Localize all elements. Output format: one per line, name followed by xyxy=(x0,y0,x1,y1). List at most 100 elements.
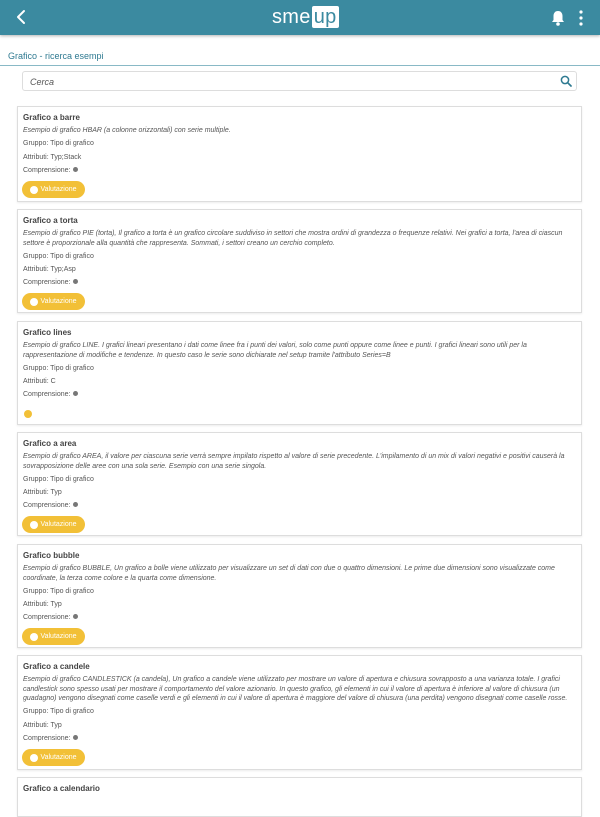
card-description: Esempio di grafico HBAR (a colonne orizz… xyxy=(23,127,231,134)
attributes-label: Attributi: xyxy=(23,266,49,273)
breadcrumb-divider xyxy=(0,65,600,66)
valutazione-label: Valutazione xyxy=(40,754,77,761)
circle-icon xyxy=(30,632,39,641)
attributes-label: Attributi: xyxy=(23,489,49,496)
comprehension-label: Comprensione: xyxy=(23,614,71,621)
card-title: Grafico a calendario xyxy=(23,784,100,793)
bell-icon[interactable] xyxy=(549,9,567,27)
app-logo: sme up xyxy=(272,5,339,29)
more-vertical-icon[interactable] xyxy=(578,10,584,26)
card-title: Grafico lines xyxy=(23,328,72,337)
attributes-value: Typ;Stack xyxy=(50,154,82,161)
valutazione-label: Valutazione xyxy=(40,521,77,528)
card-title: Grafico a area xyxy=(23,439,77,448)
valutazione-dot-icon[interactable] xyxy=(24,410,32,418)
valutazione-label: Valutazione xyxy=(40,633,77,640)
status-dot-icon xyxy=(73,279,79,284)
result-card[interactable]: Grafico a area Esempio di grafico AREA, … xyxy=(17,432,582,536)
group-value: Tipo di grafico xyxy=(50,253,94,260)
card-group-row: Gruppo: Tipo di grafico xyxy=(23,253,94,260)
attributes-label: Attributi: xyxy=(23,154,49,161)
breadcrumb: Grafico - ricerca esempi xyxy=(8,51,104,61)
group-label: Gruppo: xyxy=(23,365,49,372)
group-value: Tipo di grafico xyxy=(50,140,94,147)
search-bar xyxy=(22,71,577,91)
attributes-label: Attributi: xyxy=(23,378,49,385)
logo-text-right: up xyxy=(311,6,339,28)
card-group-row: Gruppo: Tipo di grafico xyxy=(23,708,94,715)
card-description: Esempio di grafico CANDLESTICK (a candel… xyxy=(23,676,568,702)
card-group-row: Gruppo: Tipo di grafico xyxy=(23,588,94,595)
valutazione-button[interactable]: Valutazione xyxy=(22,516,85,533)
valutazione-button[interactable]: Valutazione xyxy=(22,293,85,310)
comprehension-label: Comprensione: xyxy=(23,279,71,286)
result-card[interactable]: Grafico a barre Esempio di grafico HBAR … xyxy=(17,106,582,202)
comprehension-label: Comprensione: xyxy=(23,167,71,174)
attributes-value: Typ xyxy=(50,489,62,496)
status-dot-icon xyxy=(73,502,79,507)
group-label: Gruppo: xyxy=(23,588,49,595)
card-title: Grafico a barre xyxy=(23,113,80,122)
card-comprehension-row: Comprensione: xyxy=(23,502,79,509)
result-card[interactable]: Grafico a calendario xyxy=(17,777,582,817)
card-description: Esempio di grafico BUBBLE, Un grafico a … xyxy=(23,565,555,582)
circle-icon xyxy=(30,753,39,762)
comprehension-label: Comprensione: xyxy=(23,735,71,742)
card-description: Esempio di grafico PIE (torta), Il grafi… xyxy=(23,230,563,247)
attributes-value: Typ;Asp xyxy=(50,266,76,273)
card-title: Grafico a torta xyxy=(23,216,78,225)
result-card[interactable]: Grafico lines Esempio di grafico LINE. I… xyxy=(17,321,582,425)
valutazione-label: Valutazione xyxy=(40,298,77,305)
logo-text-left: sme xyxy=(272,5,311,28)
attributes-value: Typ xyxy=(50,722,62,729)
circle-icon xyxy=(30,297,39,306)
result-card[interactable]: Grafico bubble Esempio di grafico BUBBLE… xyxy=(17,544,582,648)
valutazione-button[interactable]: Valutazione xyxy=(22,181,85,198)
card-attributes-row: Attributi: Typ;Asp xyxy=(23,266,76,273)
group-value: Tipo di grafico xyxy=(50,708,94,715)
group-label: Gruppo: xyxy=(23,253,49,260)
search-input[interactable] xyxy=(28,74,552,90)
attributes-value: Typ xyxy=(50,601,62,608)
card-group-row: Gruppo: Tipo di grafico xyxy=(23,140,94,147)
arrow-left-icon[interactable] xyxy=(12,7,32,27)
valutazione-button[interactable]: Valutazione xyxy=(22,628,85,645)
search-icon[interactable] xyxy=(560,75,572,87)
group-label: Gruppo: xyxy=(23,140,49,147)
group-label: Gruppo: xyxy=(23,708,49,715)
status-dot-icon xyxy=(73,614,79,619)
card-attributes-row: Attributi: Typ xyxy=(23,722,62,729)
attributes-value: C xyxy=(50,378,56,385)
comprehension-label: Comprensione: xyxy=(23,502,71,509)
card-title: Grafico bubble xyxy=(23,551,80,560)
attributes-label: Attributi: xyxy=(23,722,49,729)
group-value: Tipo di grafico xyxy=(50,476,94,483)
result-card[interactable]: Grafico a candele Esempio di grafico CAN… xyxy=(17,655,582,770)
group-value: Tipo di grafico xyxy=(50,588,94,595)
group-value: Tipo di grafico xyxy=(50,365,94,372)
status-dot-icon xyxy=(73,167,79,172)
attributes-label: Attributi: xyxy=(23,601,49,608)
card-comprehension-row: Comprensione: xyxy=(23,391,79,398)
circle-icon xyxy=(30,185,39,194)
card-comprehension-row: Comprensione: xyxy=(23,279,79,286)
card-title: Grafico a candele xyxy=(23,662,90,671)
card-description: Esempio di grafico AREA, il valore per c… xyxy=(23,453,565,470)
card-attributes-row: Attributi: Typ xyxy=(23,489,62,496)
app-header: sme up xyxy=(0,0,600,35)
card-description: Esempio di grafico LINE. I grafici linea… xyxy=(23,342,527,359)
result-card[interactable]: Grafico a torta Esempio di grafico PIE (… xyxy=(17,209,582,313)
card-comprehension-row: Comprensione: xyxy=(23,614,79,621)
card-attributes-row: Attributi: C xyxy=(23,378,56,385)
valutazione-button[interactable]: Valutazione xyxy=(22,749,85,766)
card-comprehension-row: Comprensione: xyxy=(23,735,79,742)
card-attributes-row: Attributi: Typ;Stack xyxy=(23,154,81,161)
group-label: Gruppo: xyxy=(23,476,49,483)
valutazione-label: Valutazione xyxy=(40,186,77,193)
comprehension-label: Comprensione: xyxy=(23,391,71,398)
card-attributes-row: Attributi: Typ xyxy=(23,601,62,608)
status-dot-icon xyxy=(73,391,79,396)
status-dot-icon xyxy=(73,735,79,740)
card-comprehension-row: Comprensione: xyxy=(23,167,79,174)
card-group-row: Gruppo: Tipo di grafico xyxy=(23,476,94,483)
